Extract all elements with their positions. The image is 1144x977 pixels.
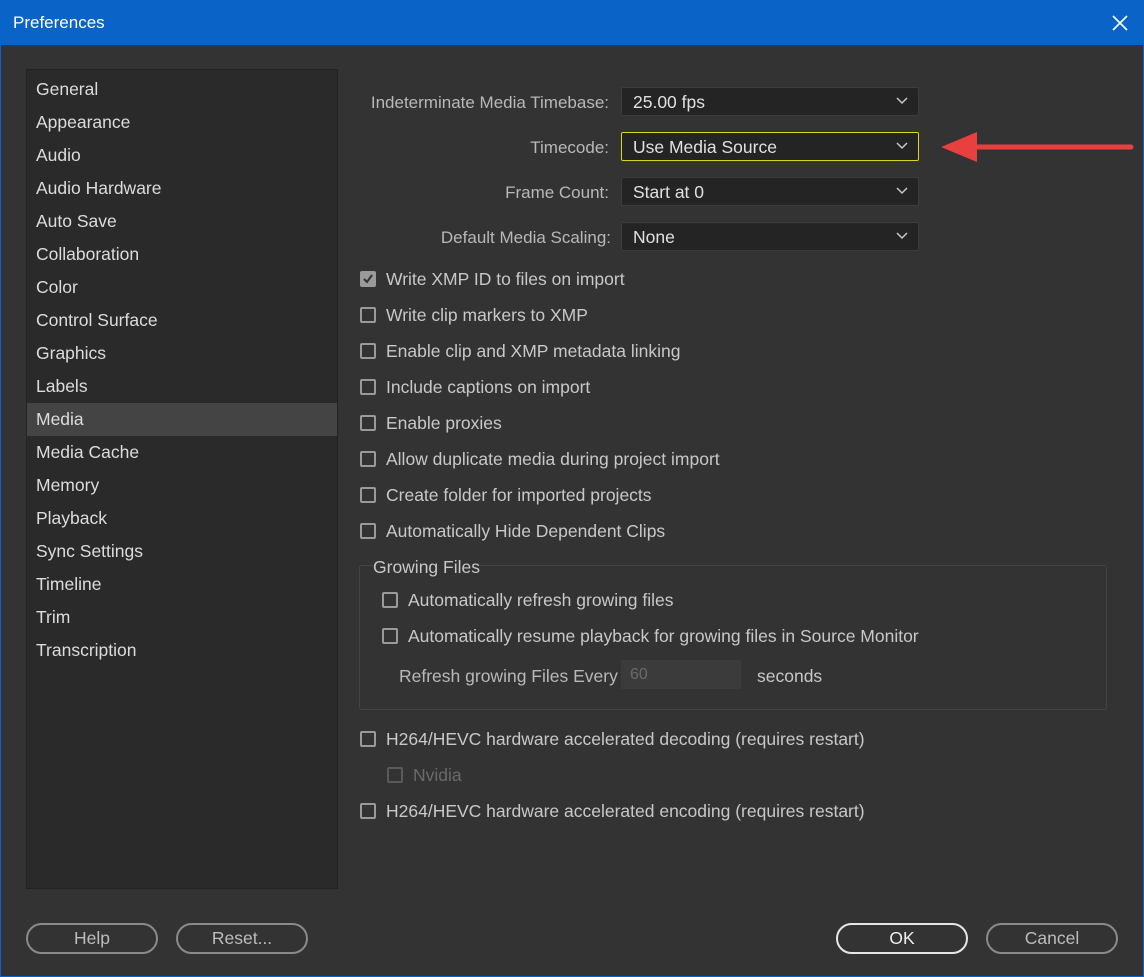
hw-encoding-checkbox-row[interactable]: H264/HEVC hardware accelerated encoding … — [360, 800, 865, 822]
checkbox-label: Write clip markers to XMP — [386, 304, 588, 325]
checkbox[interactable] — [360, 343, 376, 359]
chevron-down-icon — [896, 187, 908, 195]
sidebar-item-appearance[interactable]: Appearance — [27, 106, 337, 139]
write-clip-markers-checkbox-row[interactable]: Write clip markers to XMP — [360, 304, 588, 326]
refresh-interval-label: Refresh growing Files Every — [399, 666, 618, 686]
create-folder-checkbox-row[interactable]: Create folder for imported projects — [360, 484, 652, 506]
frame-count-select[interactable]: Start at 0 — [621, 177, 919, 206]
sidebar-item-control-surface[interactable]: Control Surface — [27, 304, 337, 337]
checkbox-label: H264/HEVC hardware accelerated encoding … — [386, 800, 865, 821]
refresh-interval-value: 60 — [630, 666, 648, 683]
sidebar-item-color[interactable]: Color — [27, 271, 337, 304]
sidebar-item-collaboration[interactable]: Collaboration — [27, 238, 337, 271]
category-sidebar: General Appearance Audio Audio Hardware … — [26, 69, 338, 889]
checkbox[interactable] — [360, 487, 376, 503]
checkbox-label: Automatically resume playback for growin… — [408, 625, 919, 646]
include-captions-checkbox-row[interactable]: Include captions on import — [360, 376, 590, 398]
chevron-down-icon — [896, 142, 908, 150]
close-icon — [1112, 15, 1128, 31]
sidebar-item-trim[interactable]: Trim — [27, 601, 337, 634]
sidebar-item-transcription[interactable]: Transcription — [27, 634, 337, 667]
seconds-label: seconds — [757, 666, 823, 686]
title-bar: Preferences — [1, 1, 1143, 45]
growing-files-title: Growing Files — [373, 557, 480, 578]
hide-dependent-clips-checkbox-row[interactable]: Automatically Hide Dependent Clips — [360, 520, 665, 542]
window-title: Preferences — [13, 13, 105, 32]
checkbox[interactable] — [360, 523, 376, 539]
checkbox-label: Write XMP ID to files on import — [386, 268, 625, 289]
checkbox[interactable] — [382, 592, 398, 608]
annotation-arrow-icon — [941, 132, 1134, 162]
auto-resume-playback-checkbox-row[interactable]: Automatically resume playback for growin… — [382, 625, 919, 647]
checkbox-label: Enable proxies — [386, 412, 502, 433]
chevron-down-icon — [896, 97, 908, 105]
scaling-select[interactable]: None — [621, 222, 919, 251]
sidebar-item-audio-hardware[interactable]: Audio Hardware — [27, 172, 337, 205]
enable-proxies-checkbox-row[interactable]: Enable proxies — [360, 412, 502, 434]
timebase-value: 25.00 fps — [633, 92, 705, 112]
checkbox-label: Allow duplicate media during project imp… — [386, 448, 720, 469]
ok-button[interactable]: OK — [836, 923, 968, 954]
checkbox[interactable] — [382, 628, 398, 644]
checkbox-label: H264/HEVC hardware accelerated decoding … — [386, 728, 865, 749]
checkbox[interactable] — [360, 379, 376, 395]
sidebar-item-timeline[interactable]: Timeline — [27, 568, 337, 601]
sidebar-item-sync-settings[interactable]: Sync Settings — [27, 535, 337, 568]
frame-count-value: Start at 0 — [633, 182, 705, 202]
checkbox[interactable] — [387, 767, 403, 783]
checkbox-label: Nvidia — [413, 764, 462, 785]
refresh-interval-input[interactable]: 60 — [621, 660, 741, 689]
preferences-dialog: Preferences General Appearance Audio Aud… — [0, 0, 1144, 977]
checkbox[interactable] — [360, 731, 376, 747]
cancel-button[interactable]: Cancel — [986, 923, 1118, 954]
sidebar-item-auto-save[interactable]: Auto Save — [27, 205, 337, 238]
timecode-value: Use Media Source — [633, 137, 777, 157]
checkbox[interactable] — [360, 271, 376, 287]
timecode-label: Timecode: — [530, 138, 609, 157]
frame-count-label: Frame Count: — [505, 183, 609, 202]
checkbox[interactable] — [360, 803, 376, 819]
timebase-label: Indeterminate Media Timebase: — [370, 93, 609, 112]
reset-button[interactable]: Reset... — [176, 923, 308, 954]
hw-decoding-checkbox-row[interactable]: H264/HEVC hardware accelerated decoding … — [360, 728, 865, 750]
sidebar-item-memory[interactable]: Memory — [27, 469, 337, 502]
sidebar-item-graphics[interactable]: Graphics — [27, 337, 337, 370]
checkbox-label: Create folder for imported projects — [386, 484, 652, 505]
checkbox-label: Automatically refresh growing files — [408, 589, 674, 610]
nvidia-checkbox-row[interactable]: Nvidia — [387, 764, 462, 786]
checkbox[interactable] — [360, 451, 376, 467]
sidebar-item-media[interactable]: Media — [27, 403, 337, 436]
checkbox[interactable] — [360, 307, 376, 323]
sidebar-item-playback[interactable]: Playback — [27, 502, 337, 535]
timebase-select[interactable]: 25.00 fps — [621, 87, 919, 116]
checkbox[interactable] — [360, 415, 376, 431]
enable-metadata-linking-checkbox-row[interactable]: Enable clip and XMP metadata linking — [360, 340, 680, 362]
sidebar-item-media-cache[interactable]: Media Cache — [27, 436, 337, 469]
timecode-select[interactable]: Use Media Source — [621, 132, 919, 161]
allow-duplicate-media-checkbox-row[interactable]: Allow duplicate media during project imp… — [360, 448, 720, 470]
chevron-down-icon — [896, 232, 908, 240]
write-xmp-id-checkbox-row[interactable]: Write XMP ID to files on import — [360, 268, 625, 290]
help-button[interactable]: Help — [26, 923, 158, 954]
scaling-label: Default Media Scaling: — [440, 228, 611, 247]
sidebar-item-audio[interactable]: Audio — [27, 139, 337, 172]
close-button[interactable] — [1097, 1, 1143, 45]
scaling-value: None — [633, 227, 675, 247]
checkbox-label: Enable clip and XMP metadata linking — [386, 340, 681, 361]
sidebar-item-general[interactable]: General — [27, 73, 337, 106]
checkbox-label: Include captions on import — [386, 376, 591, 397]
auto-refresh-growing-checkbox-row[interactable]: Automatically refresh growing files — [382, 589, 674, 611]
checkmark-icon — [363, 274, 373, 284]
checkbox-label: Automatically Hide Dependent Clips — [386, 520, 666, 541]
sidebar-item-labels[interactable]: Labels — [27, 370, 337, 403]
